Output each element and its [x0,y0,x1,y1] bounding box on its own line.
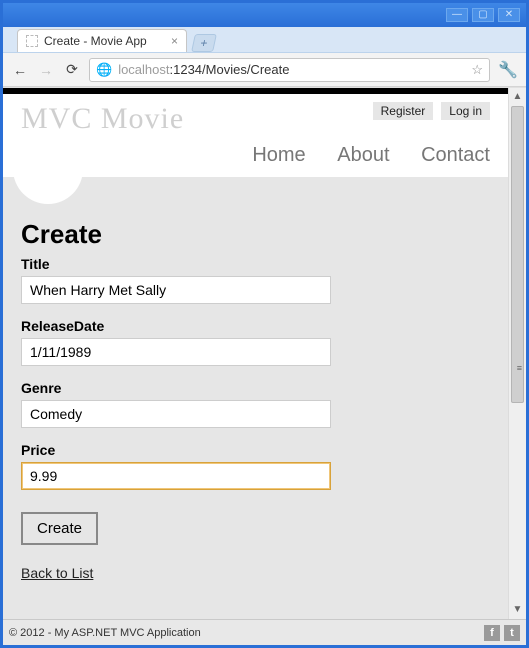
address-bar[interactable]: 🌐 localhost:1234/Movies/Create ☆ [89,58,490,82]
facebook-icon[interactable]: f [484,625,500,641]
nav-contact[interactable]: Contact [421,144,490,166]
tab-title: Create - Movie App [44,34,147,48]
browser-toolbar: ← → ⟳ 🌐 localhost:1234/Movies/Create ☆ 🔧 [3,53,526,87]
window-close-button[interactable]: ✕ [498,8,520,22]
main-nav: Home About Contact [21,144,490,167]
window-titlebar: — ▢ ✕ [3,3,526,27]
tab-close-icon[interactable]: × [171,34,178,48]
viewport: MVC Movie Register Log in Home About Con… [3,87,526,619]
forward-button: → [37,62,55,78]
scroll-down-button[interactable]: ▼ [509,601,526,619]
nav-home[interactable]: Home [252,144,305,166]
content-area: Create Title ReleaseDate Genre Price Cre… [3,177,508,619]
vertical-scrollbar[interactable]: ▲ ≡ ▼ [508,88,526,619]
genre-input[interactable] [21,400,331,428]
scroll-thumb[interactable] [511,106,524,403]
globe-icon: 🌐 [96,62,112,78]
bookmark-star-icon[interactable]: ☆ [471,62,483,78]
reload-button[interactable]: ⟳ [63,61,81,78]
window-minimize-button[interactable]: — [446,8,468,22]
release-date-label: ReleaseDate [21,318,490,334]
back-to-list-link[interactable]: Back to List [21,565,93,581]
price-label: Price [21,442,490,458]
login-link[interactable]: Log in [441,102,490,120]
url-host: localhost [118,62,169,77]
nav-about[interactable]: About [337,144,389,166]
footer-copyright: © 2012 - My ASP.NET MVC Application [9,627,201,639]
create-button[interactable]: Create [21,512,98,545]
title-label: Title [21,256,490,272]
twitter-icon[interactable]: t [504,625,520,641]
browser-window: — ▢ ✕ Create - Movie App × + ← → ⟳ 🌐 loc… [0,0,529,648]
settings-wrench-icon[interactable]: 🔧 [498,60,518,80]
browser-tab[interactable]: Create - Movie App × [17,29,187,52]
scroll-mark-icon: ≡ [517,363,522,373]
register-link[interactable]: Register [373,102,434,120]
genre-label: Genre [21,380,490,396]
social-icons: f t [484,625,520,641]
scroll-track[interactable]: ≡ [509,106,526,601]
title-input[interactable] [21,276,331,304]
page: MVC Movie Register Log in Home About Con… [3,88,508,619]
window-maximize-button[interactable]: ▢ [472,8,494,22]
header-curve [13,159,83,204]
price-input[interactable] [21,462,331,490]
new-tab-button[interactable]: + [191,34,217,52]
page-title: Create [21,219,490,250]
auth-links: Register Log in [373,102,490,120]
status-bar: © 2012 - My ASP.NET MVC Application f t [3,619,526,645]
url-path: :1234/Movies/Create [170,62,290,77]
scroll-up-button[interactable]: ▲ [509,88,526,106]
site-brand: MVC Movie [21,102,184,136]
release-date-input[interactable] [21,338,331,366]
tab-strip: Create - Movie App × + [3,27,526,53]
tab-favicon [26,35,38,47]
back-button[interactable]: ← [11,62,29,78]
